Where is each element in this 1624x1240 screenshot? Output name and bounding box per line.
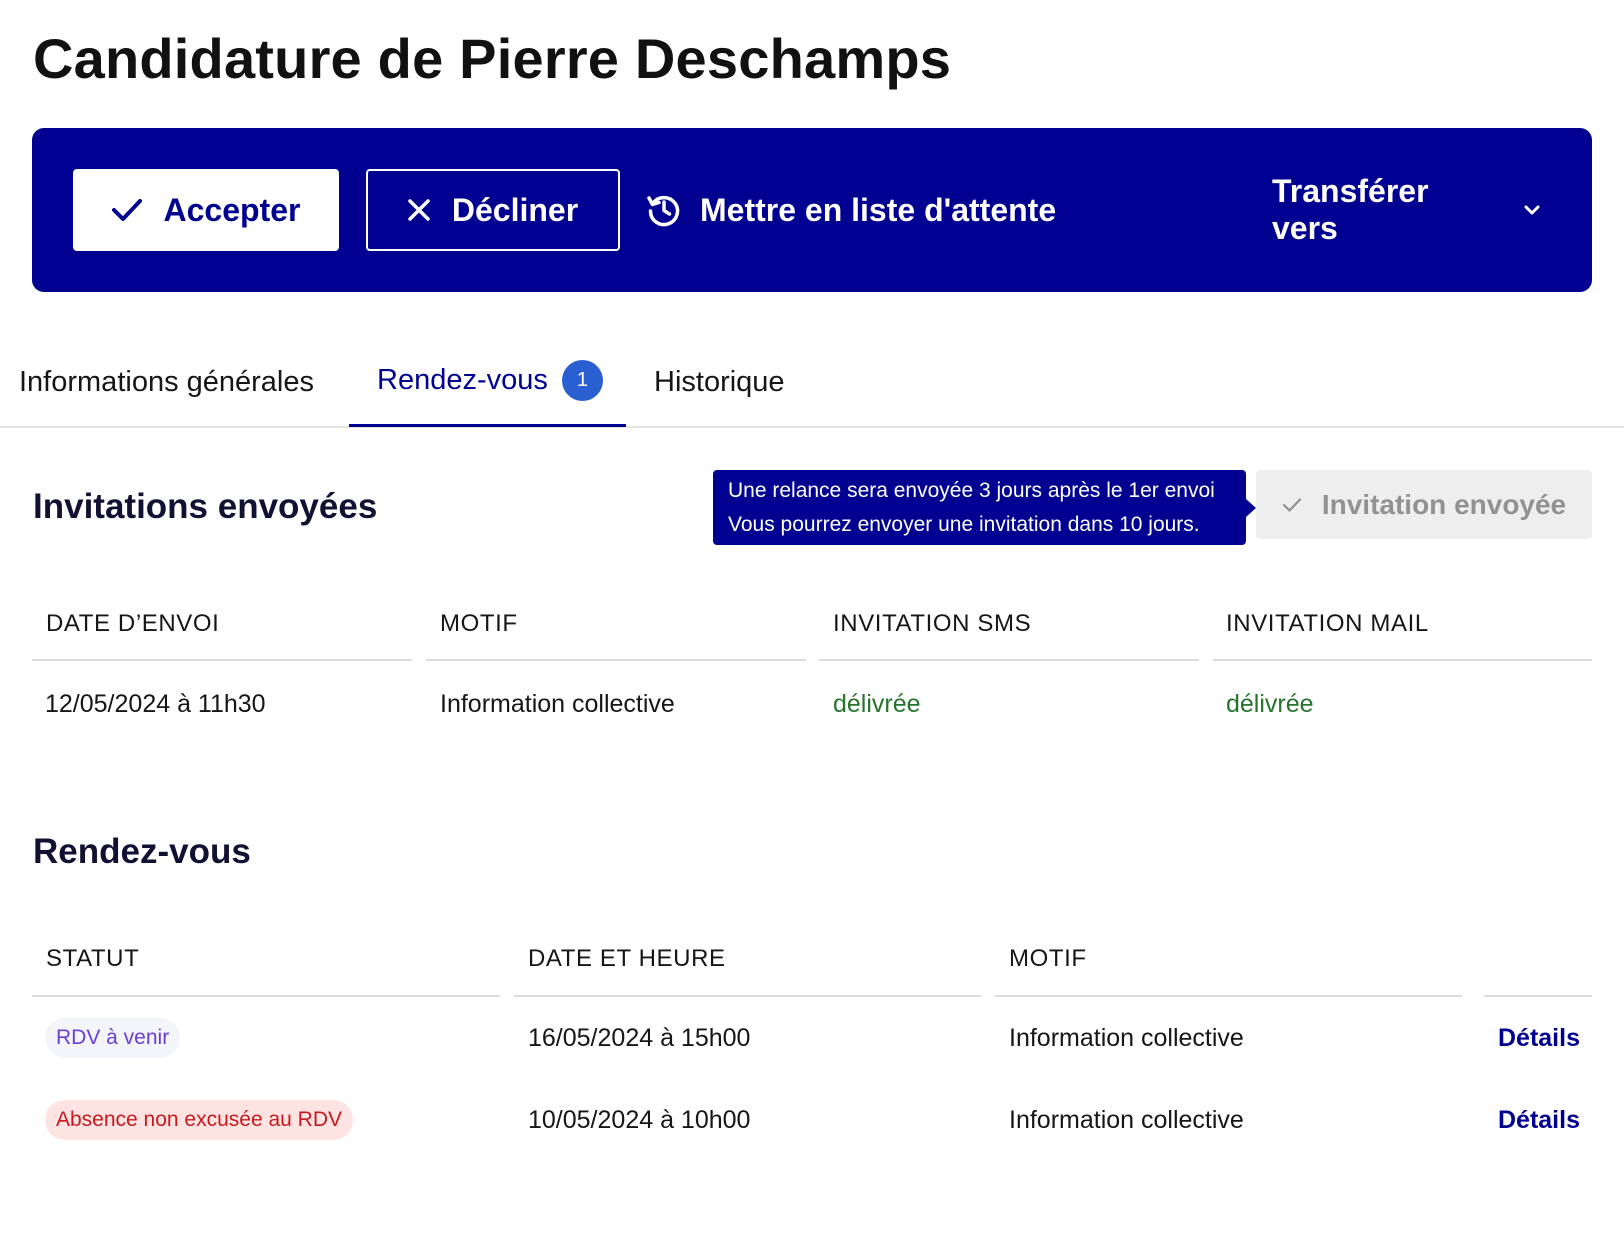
cell-mail-status: délivrée xyxy=(1226,690,1314,718)
cell-datetime: 16/05/2024 à 15h00 xyxy=(528,1024,751,1052)
status-badge: Absence non excusée au RDV xyxy=(45,1100,354,1140)
transfer-dropdown[interactable]: Transférer vers xyxy=(1272,169,1562,251)
details-link[interactable]: Détails xyxy=(1498,1024,1580,1053)
header-divider xyxy=(32,995,500,997)
cell-sms-status: délivrée xyxy=(833,690,921,718)
count-badge: 1 xyxy=(561,360,603,401)
header-divider xyxy=(426,659,806,661)
invitation-sent-label: Invitation envoyée xyxy=(1321,488,1567,520)
check-icon xyxy=(1282,497,1301,512)
page-title: Candidature de Pierre Deschamps xyxy=(33,27,952,90)
column-header: DATE D’ENVOI xyxy=(46,610,220,637)
column-header: STATUT xyxy=(46,945,140,972)
column-header: DATE ET HEURE xyxy=(528,945,726,972)
accept-button-label: Accepter xyxy=(163,191,301,228)
column-header: INVITATION MAIL xyxy=(1226,610,1429,637)
status-badge: RDV à venir xyxy=(45,1018,181,1058)
header-divider xyxy=(995,995,1462,997)
close-icon xyxy=(408,199,430,221)
tab-label: Rendez-vous xyxy=(377,364,548,396)
invitations-title: Invitations envoyées xyxy=(33,487,378,526)
cell-motif: Information collective xyxy=(1009,1106,1244,1134)
action-bar: Accepter Décliner Mettre en liste d'atte… xyxy=(32,128,1592,292)
header-divider xyxy=(32,659,412,661)
decline-button[interactable]: Décliner xyxy=(366,169,620,251)
invitation-sent-button[interactable]: Invitation envoyée xyxy=(1256,470,1592,539)
column-header: MOTIF xyxy=(1009,945,1087,972)
cell-motif: Information collective xyxy=(440,690,675,718)
cell-datetime: 10/05/2024 à 10h00 xyxy=(528,1106,751,1134)
waitlist-button-label: Mettre en liste d'attente xyxy=(700,191,1057,228)
header-divider xyxy=(514,995,981,997)
appointments-table: STATUT DATE ET HEURE MOTIF RDV à venir 1… xyxy=(32,935,1592,1155)
waitlist-button[interactable]: Mettre en liste d'attente xyxy=(646,169,1076,251)
appointments-title: Rendez-vous xyxy=(33,832,251,871)
accept-button[interactable]: Accepter xyxy=(73,169,339,251)
header-divider xyxy=(1213,659,1592,661)
transfer-dropdown-label: Transférer vers xyxy=(1272,173,1429,246)
tab-appointments[interactable]: Rendez-vous 1 xyxy=(377,360,603,401)
details-link[interactable]: Détails xyxy=(1498,1106,1580,1135)
tab-label: Informations générales xyxy=(19,366,314,398)
tab-history[interactable]: Historique xyxy=(654,366,785,399)
column-header: MOTIF xyxy=(440,610,518,637)
decline-button-label: Décliner xyxy=(451,191,579,228)
cell-date: 12/05/2024 à 11h30 xyxy=(45,690,266,718)
tooltip-line: Vous pourrez envoyer une invitation dans… xyxy=(728,513,1200,536)
invitations-table: DATE D’ENVOI MOTIF INVITATION SMS INVITA… xyxy=(32,600,1592,730)
active-tab-indicator xyxy=(349,424,626,427)
check-icon xyxy=(111,199,142,221)
column-header: INVITATION SMS xyxy=(833,610,1032,637)
tab-label: Historique xyxy=(654,366,785,398)
header-divider xyxy=(819,659,1199,661)
chevron-down-icon xyxy=(1524,205,1540,215)
history-icon xyxy=(647,195,680,227)
tab-bar: Informations générales Rendez-vous 1 His… xyxy=(0,340,1624,428)
cell-motif: Information collective xyxy=(1009,1024,1244,1052)
tooltip-line: Une relance sera envoyée 3 jours après l… xyxy=(728,479,1215,502)
tab-general-info[interactable]: Informations générales xyxy=(19,366,314,399)
header-divider xyxy=(1484,995,1592,997)
resend-tooltip: Une relance sera envoyée 3 jours après l… xyxy=(713,470,1256,545)
